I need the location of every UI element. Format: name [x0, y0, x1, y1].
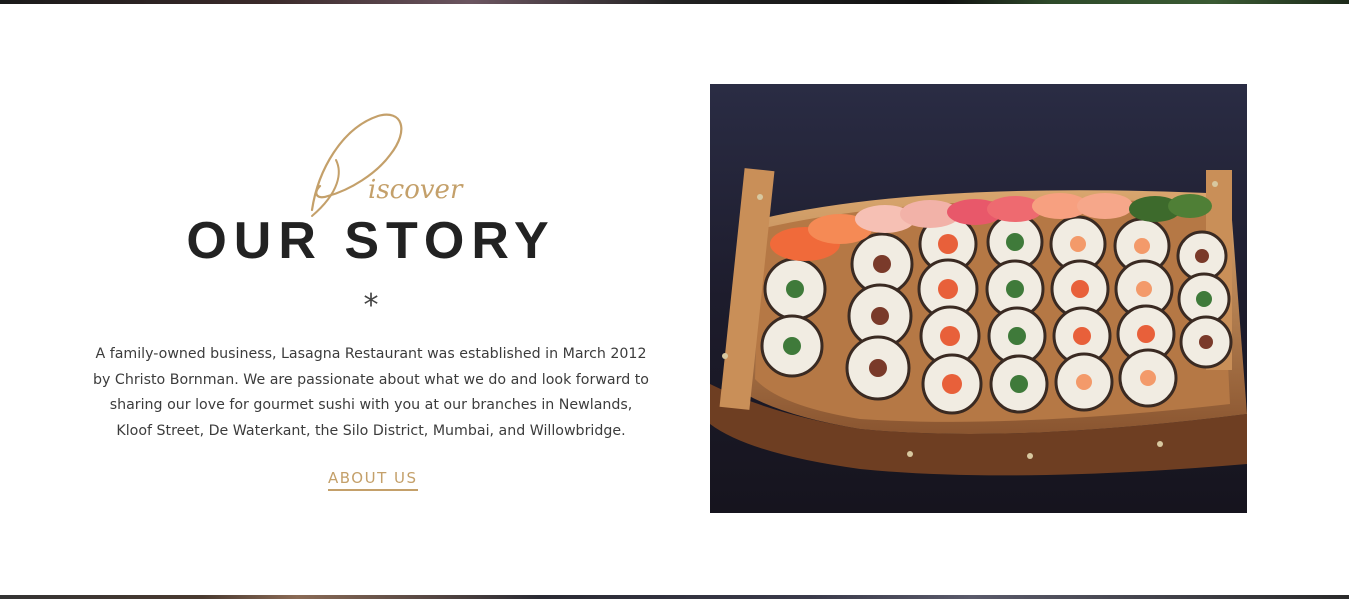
story-description: A family-owned business, Lasagna Restaur… — [93, 346, 649, 439]
about-us-link[interactable]: ABOUT US — [328, 468, 418, 491]
discover-script-heading: iscover — [290, 100, 490, 222]
sushi-boat-image — [710, 84, 1247, 513]
page-title: OUR STORY — [186, 212, 556, 270]
previous-section-image-strip — [0, 0, 1349, 4]
discover-script-logo: iscover — [310, 113, 464, 217]
sushi-boat-photo — [710, 84, 1247, 513]
our-story-section: iscover OUR STORY * A family-owned busin… — [90, 100, 652, 500]
next-section-image-strip — [0, 595, 1349, 599]
divider-asterisk: * — [363, 288, 379, 323]
svg-text:iscover: iscover — [368, 175, 464, 205]
